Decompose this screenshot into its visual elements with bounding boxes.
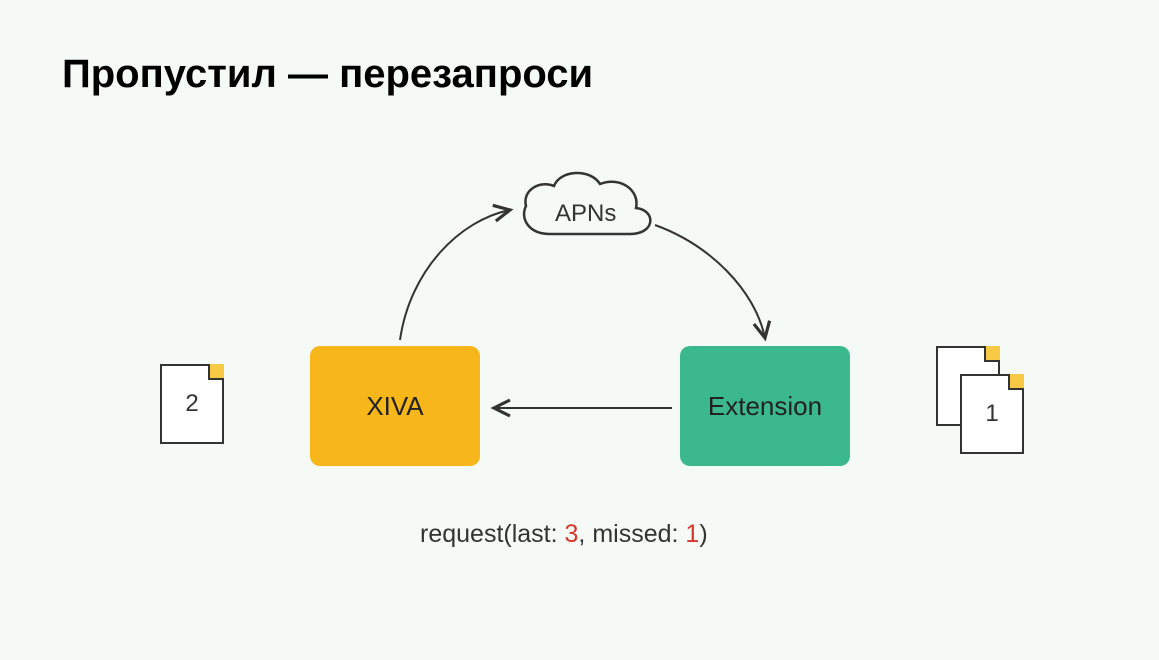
request-caption: request(last: 3, missed: 1) [420,520,708,549]
request-prefix: request(last: [420,520,565,548]
request-last-value: 3 [565,520,579,548]
xiva-box: XIVA [310,346,480,466]
diagram-container: 2 XIVA Extension 3 1 APNs request( [0,0,1159,660]
extension-box: Extension [680,346,850,466]
page-number: 1 [962,400,1022,428]
page-fold-icon [1008,374,1024,390]
page-icon-left: 2 [160,364,224,444]
request-suffix: ) [699,520,707,548]
arrows-svg [0,0,1159,660]
arrow-apns-to-extension [655,225,765,338]
page-fold-icon [208,364,224,380]
arrow-xiva-to-apns [400,210,510,340]
request-missed-value: 1 [685,520,699,548]
page-fold-icon [984,346,1000,362]
page-icon-right-front: 1 [960,374,1024,454]
cloud-label: APNs [555,200,616,228]
extension-label: Extension [708,391,822,422]
request-mid: , missed: [578,520,685,548]
page-number: 2 [162,390,222,418]
xiva-label: XIVA [366,391,423,422]
